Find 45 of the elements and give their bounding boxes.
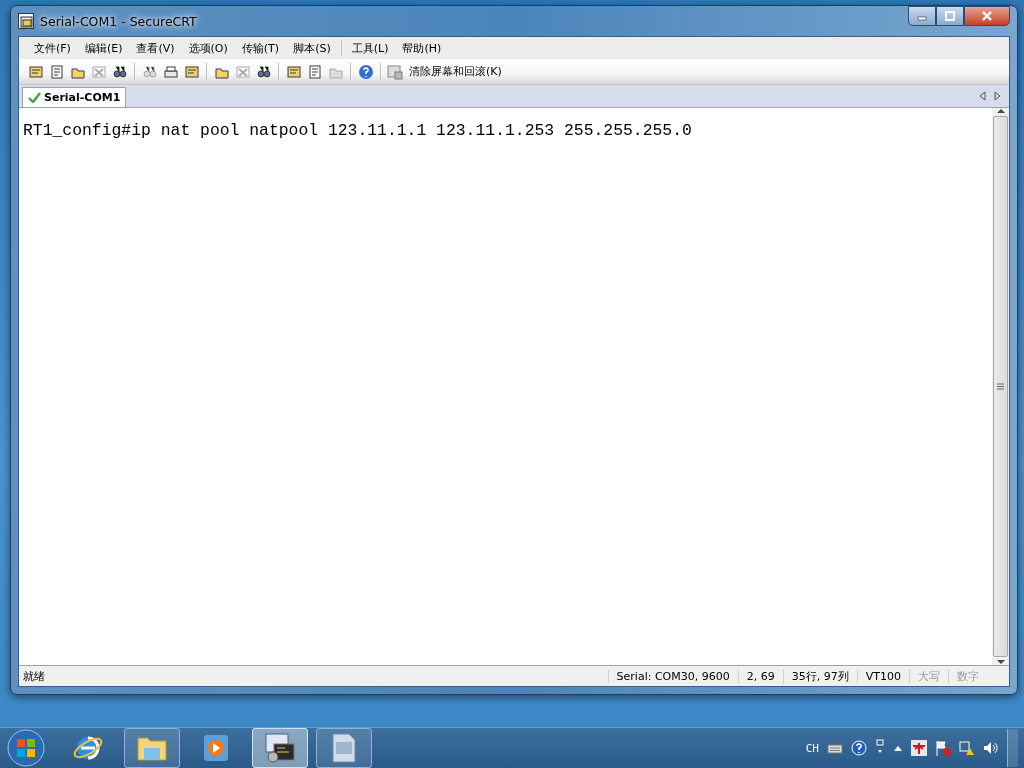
toolbar-icon[interactable] xyxy=(255,63,272,80)
menu-item[interactable]: 工具(L) xyxy=(344,38,396,58)
language-indicator[interactable]: CH xyxy=(805,741,819,755)
emblem-icon[interactable] xyxy=(911,740,927,756)
menu-item[interactable]: 文件(F) xyxy=(27,38,78,58)
minimize-button[interactable] xyxy=(908,6,936,26)
keyboard-icon[interactable] xyxy=(827,742,843,754)
play-icon[interactable] xyxy=(203,734,229,762)
flag-error-icon[interactable] xyxy=(935,740,951,756)
menu-item[interactable]: 选项(O) xyxy=(181,38,235,58)
scroll-left-icon[interactable] xyxy=(979,91,986,101)
status-pane: Serial: COM30, 9600 xyxy=(607,669,738,683)
network-warning-icon[interactable] xyxy=(959,740,975,756)
close-button[interactable] xyxy=(964,6,1010,26)
document-icon[interactable] xyxy=(332,733,356,763)
show-hidden-icons-icon[interactable] xyxy=(893,744,903,752)
terminal-window-icon[interactable] xyxy=(264,732,296,764)
vertical-scrollbar[interactable] xyxy=(992,108,1009,665)
status-pane: VT100 xyxy=(856,669,909,683)
menu-item[interactable]: 传输(T) xyxy=(234,38,287,58)
scroll-right-icon[interactable] xyxy=(994,91,1001,101)
terminal-line: RT1_config#ip nat pool natpool 123.11.1.1 123.11.1.253 255.255.255.0 xyxy=(23,121,693,140)
maximize-button[interactable] xyxy=(936,6,964,26)
grip-icon xyxy=(997,383,1004,390)
menu-item[interactable]: 编辑(E) xyxy=(77,38,130,58)
window-title: Serial-COM1 - SecureCRT xyxy=(40,13,197,29)
menu-item[interactable]: 帮助(H) xyxy=(395,38,449,58)
help-icon[interactable] xyxy=(851,740,867,756)
menu-item[interactable]: 查看(V) xyxy=(129,38,182,58)
status-pane: 数字 xyxy=(948,668,987,684)
speaker-icon[interactable] xyxy=(983,740,999,756)
maximize-icon xyxy=(945,11,955,21)
session-tab[interactable]: Serial-COM1 xyxy=(22,87,127,107)
status-pane: 大写 xyxy=(909,668,948,684)
status-pane: 35行, 97列 xyxy=(782,668,857,684)
menu-item[interactable]: 脚本(S) xyxy=(286,38,338,58)
status-message: 就绪 xyxy=(23,669,45,683)
screen-icon xyxy=(387,63,403,80)
folder-icon[interactable] xyxy=(136,734,168,762)
close-icon xyxy=(981,11,993,21)
app-window-icon xyxy=(18,13,34,29)
start-button[interactable] xyxy=(6,728,46,768)
status-pane: 2, 69 xyxy=(737,669,783,683)
toolbar-icon[interactable] xyxy=(111,63,128,80)
clear-screen-button[interactable]: 清除屏幕和回滚(K) xyxy=(385,63,504,80)
